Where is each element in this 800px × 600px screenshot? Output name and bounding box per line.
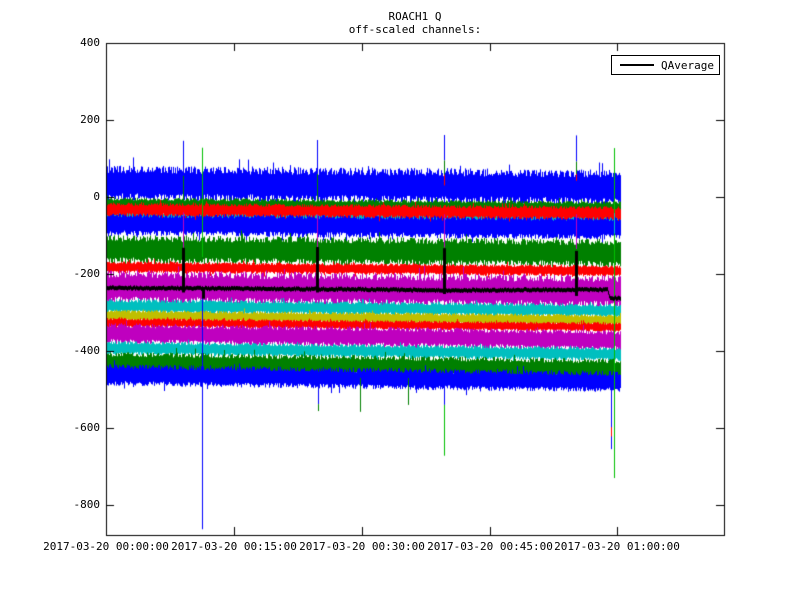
chart-subtitle: off-scaled channels: xyxy=(15,23,800,36)
y-tick-label: 200 xyxy=(38,113,100,126)
y-tick-label: -800 xyxy=(38,498,100,511)
y-tick-label: -200 xyxy=(38,267,100,280)
x-tick-label: 2017-03-20 01:00:00 xyxy=(537,540,697,553)
chart-title: ROACH1 Q xyxy=(15,10,800,23)
y-tick-label: -400 xyxy=(38,344,100,357)
legend-label-qaverage: QAverage xyxy=(661,59,714,72)
y-tick-label: 400 xyxy=(38,36,100,49)
y-tick-label: 0 xyxy=(38,190,100,203)
figure: ROACH1 Q off-scaled channels: 400 200 0 -20… xyxy=(0,0,800,600)
plot-canvas xyxy=(0,0,800,600)
qaverage-line-sample-icon xyxy=(620,64,654,66)
legend: QAverage xyxy=(611,55,720,75)
y-tick-label: -600 xyxy=(38,421,100,434)
